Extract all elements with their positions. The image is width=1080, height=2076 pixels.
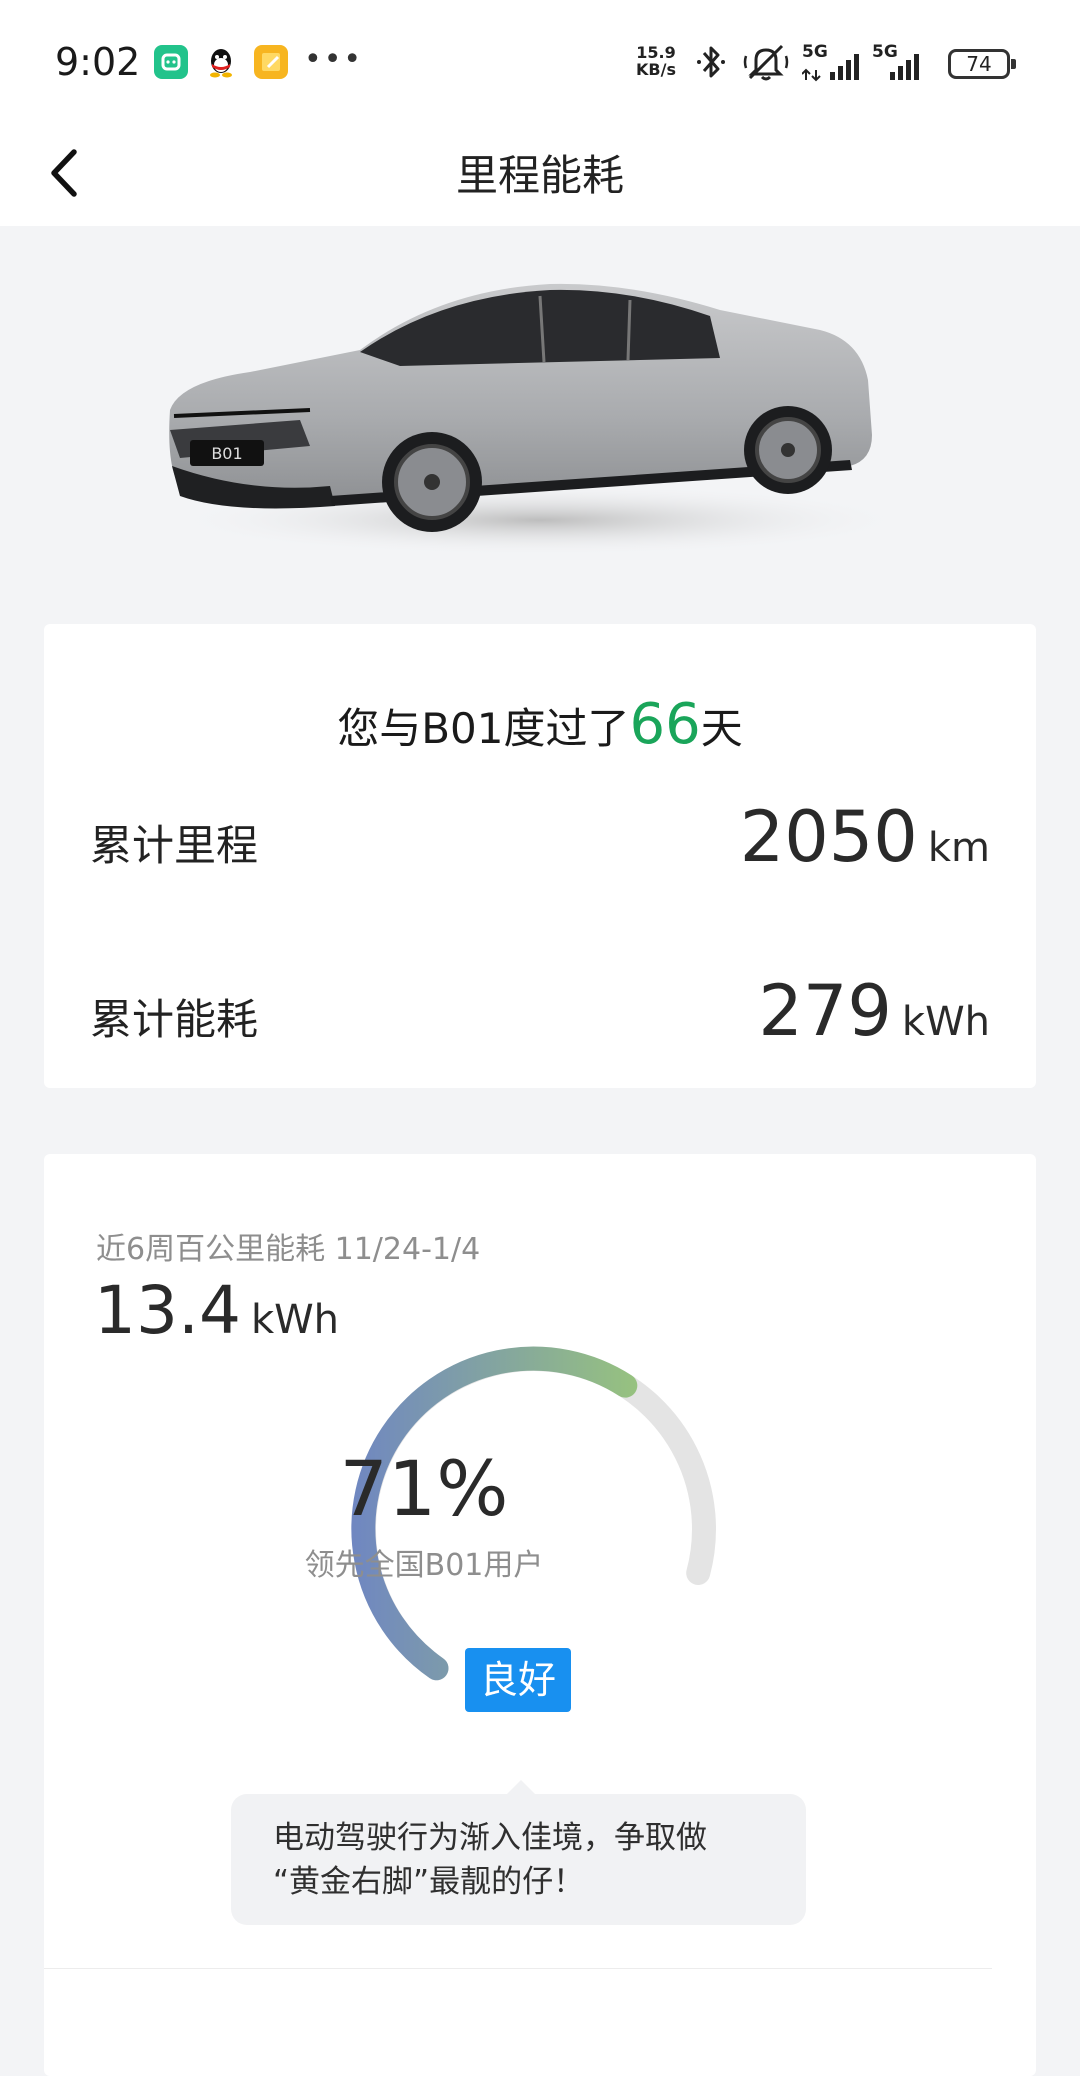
mileage-label: 累计里程 [90, 821, 259, 870]
mileage-value: 2050 km [739, 796, 990, 878]
mute-icon [742, 42, 790, 86]
mi-home-app-icon [154, 45, 188, 79]
gauge-subtitle: 领先全国B01用户 [304, 1548, 544, 1583]
divider [44, 1968, 992, 1969]
svg-text:B01: B01 [211, 444, 242, 463]
weekly-consumption-card: 近6周百公里能耗 11/24-1/4 13.4 kWh 71% 领先全国B01用户… [44, 1154, 1036, 2076]
battery-icon: 74 [948, 49, 1016, 79]
status-time: 9:02 [55, 40, 141, 84]
more-notifications-icon: ••• [304, 42, 364, 77]
weekly-value: 13.4 kWh [94, 1272, 340, 1349]
status-bar: 9:02 ••• 15.9 KB/s 5G 5G 74 [0, 0, 1080, 120]
app-header: 里程能耗 [0, 120, 1080, 226]
network-speed: 15.9 KB/s [636, 43, 676, 79]
energy-value: 279 kWh [758, 970, 990, 1052]
page-title: 里程能耗 [455, 151, 624, 200]
bluetooth-icon [694, 42, 728, 86]
rating-badge: 良好 [465, 1648, 571, 1712]
gauge-percent: 71% [339, 1444, 509, 1533]
days-with-car: 您与B01度过了66天 [337, 692, 743, 757]
notes-app-icon [254, 45, 288, 79]
energy-label: 累计能耗 [90, 995, 259, 1044]
summary-card: 您与B01度过了66天 累计里程 2050 km 累计能耗 279 kWh [44, 624, 1036, 1088]
weekly-label: 近6周百公里能耗 11/24-1/4 [96, 1232, 481, 1267]
days-count: 66 [629, 692, 701, 757]
qq-app-icon [204, 45, 238, 79]
car-image: B01 [169, 283, 910, 556]
tip-bubble: 电动驾驶行为渐入佳境，争取做 “黄金右脚”最靓的仔！ [231, 1780, 806, 1925]
